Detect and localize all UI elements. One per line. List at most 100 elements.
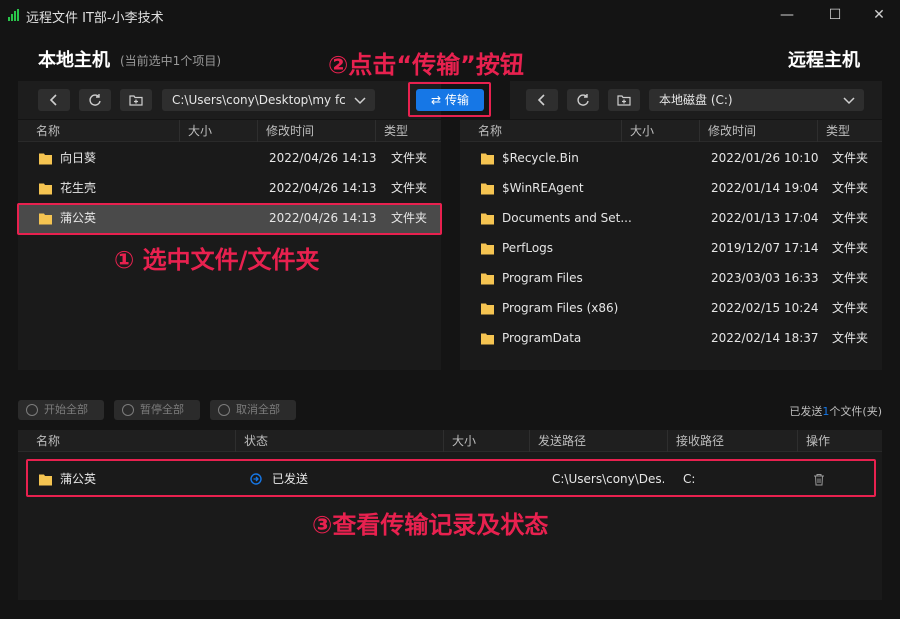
col-mtime[interactable]: 修改时间 xyxy=(700,120,818,142)
file-name: $WinREAgent xyxy=(502,181,584,195)
col-size[interactable]: 大小 xyxy=(180,120,258,142)
remote-row[interactable]: Program Files 2023/03/03 16:33 文件夹 xyxy=(460,263,882,293)
transfer-label: 传输 xyxy=(444,93,469,107)
maximize-button[interactable]: ☐ xyxy=(812,0,858,30)
file-type: 文件夹 xyxy=(832,241,869,255)
local-list-header: 名称 大小 修改时间 类型 xyxy=(18,120,441,142)
transfer-summary: 已发送1个文件(夹) xyxy=(789,403,882,419)
close-button[interactable]: ✕ xyxy=(856,0,900,30)
window-title: 远程文件 IT部-小李技术 xyxy=(26,11,164,26)
folder-icon xyxy=(481,243,494,255)
folder-icon xyxy=(39,183,52,195)
annotation-box-task xyxy=(26,459,876,497)
file-mtime: 2022/02/14 18:37 xyxy=(711,331,819,345)
col-send-path[interactable]: 发送路径 xyxy=(530,430,668,452)
folder-icon xyxy=(481,183,494,195)
annotation-step3: ③查看传输记录及状态 xyxy=(312,511,549,539)
annotation-step1: ① 选中文件/文件夹 xyxy=(114,246,320,274)
file-name: Documents and Set... xyxy=(502,211,632,225)
summary-suffix: 个文件(夹) xyxy=(829,405,882,418)
pause-all-label: 暂停全部 xyxy=(140,403,184,416)
local-host-title: 本地主机 xyxy=(38,50,110,71)
title-bar: 远程文件 IT部-小李技术 — ☐ ✕ xyxy=(0,0,900,30)
file-type: 文件夹 xyxy=(832,331,869,345)
file-mtime: 2022/04/26 14:13 xyxy=(269,151,377,165)
remote-row[interactable]: $Recycle.Bin 2022/01/26 10:10 文件夹 xyxy=(460,143,882,173)
remote-path-dropdown[interactable]: 本地磁盘 (C:) xyxy=(649,89,864,111)
local-path-dropdown[interactable]: C:\Users\cony\Desktop\my fc xyxy=(162,89,375,111)
folder-icon xyxy=(39,153,52,165)
start-all-label: 开始全部 xyxy=(44,403,88,416)
folder-icon xyxy=(481,273,494,285)
remote-list-header: 名称 大小 修改时间 类型 xyxy=(460,120,882,142)
new-folder-icon xyxy=(617,95,631,106)
file-mtime: 2022/01/14 19:04 xyxy=(711,181,819,195)
col-type[interactable]: 类型 xyxy=(376,120,441,142)
remote-row[interactable]: Documents and Set... 2022/01/13 17:04 文件… xyxy=(460,203,882,233)
file-type: 文件夹 xyxy=(832,271,869,285)
col-name[interactable]: 名称 xyxy=(28,120,180,142)
local-path-text: C:\Users\cony\Desktop\my fc xyxy=(172,93,346,107)
folder-icon xyxy=(481,303,494,315)
file-type: 文件夹 xyxy=(832,301,869,315)
chevron-down-icon xyxy=(354,97,366,105)
local-refresh-button[interactable] xyxy=(79,89,111,111)
chevron-left-icon xyxy=(49,94,57,106)
pause-icon xyxy=(122,404,134,416)
cancel-all-button[interactable]: 取消全部 xyxy=(210,400,296,420)
file-mtime: 2022/02/15 10:24 xyxy=(711,301,819,315)
file-mtime: 2022/04/26 14:13 xyxy=(269,181,377,195)
play-icon xyxy=(26,404,38,416)
new-folder-icon xyxy=(129,95,143,106)
col-recv-path[interactable]: 接收路径 xyxy=(668,430,798,452)
col-size[interactable]: 大小 xyxy=(622,120,700,142)
file-type: 文件夹 xyxy=(391,151,428,165)
refresh-icon xyxy=(89,94,101,106)
file-name: 花生壳 xyxy=(60,181,97,195)
file-name: Program Files (x86) xyxy=(502,301,619,315)
cancel-icon xyxy=(218,404,230,416)
col-task-name[interactable]: 名称 xyxy=(28,430,236,452)
col-mtime[interactable]: 修改时间 xyxy=(258,120,376,142)
minimize-button[interactable]: — xyxy=(764,0,810,30)
remote-row[interactable]: Program Files (x86) 2022/02/15 10:24 文件夹 xyxy=(460,293,882,323)
col-name[interactable]: 名称 xyxy=(470,120,622,142)
start-all-button[interactable]: 开始全部 xyxy=(18,400,104,420)
local-new-folder-button[interactable] xyxy=(120,89,152,111)
local-toolbar: C:\Users\cony\Desktop\my fc xyxy=(18,81,441,119)
col-actions[interactable]: 操作 xyxy=(798,430,882,452)
swap-arrows-icon: ⇄ xyxy=(431,93,442,107)
file-mtime: 2022/01/26 10:10 xyxy=(711,151,819,165)
remote-back-button[interactable] xyxy=(526,89,558,111)
annotation-box-selection xyxy=(17,203,442,235)
refresh-icon xyxy=(577,94,589,106)
remote-row[interactable]: PerfLogs 2019/12/07 17:14 文件夹 xyxy=(460,233,882,263)
pause-all-button[interactable]: 暂停全部 xyxy=(114,400,200,420)
file-type: 文件夹 xyxy=(832,181,869,195)
chevron-down-icon xyxy=(843,97,855,105)
col-task-size[interactable]: 大小 xyxy=(444,430,530,452)
local-back-button[interactable] xyxy=(38,89,70,111)
remote-refresh-button[interactable] xyxy=(567,89,599,111)
local-selection-count: (当前选中1个项目) xyxy=(120,54,221,68)
file-mtime: 2019/12/07 17:14 xyxy=(711,241,819,255)
file-type: 文件夹 xyxy=(832,151,869,165)
file-type: 文件夹 xyxy=(832,211,869,225)
col-type[interactable]: 类型 xyxy=(818,120,882,142)
file-name: $Recycle.Bin xyxy=(502,151,579,165)
chevron-left-icon xyxy=(537,94,545,106)
file-name: PerfLogs xyxy=(502,241,554,255)
col-task-status[interactable]: 状态 xyxy=(236,430,444,452)
local-row[interactable]: 花生壳 2022/04/26 14:13 文件夹 xyxy=(18,173,441,203)
local-row[interactable]: 向日葵 2022/04/26 14:13 文件夹 xyxy=(18,143,441,173)
transfer-button[interactable]: ⇄ 传输 xyxy=(416,89,484,111)
remote-file-list: 名称 大小 修改时间 类型 $Recycle.Bin 2022/01/26 10… xyxy=(460,120,882,370)
remote-row[interactable]: $WinREAgent 2022/01/14 19:04 文件夹 xyxy=(460,173,882,203)
remote-row[interactable]: ProgramData 2022/02/14 18:37 文件夹 xyxy=(460,323,882,353)
task-list-header: 名称 状态 大小 发送路径 接收路径 操作 xyxy=(18,430,882,452)
file-mtime: 2022/01/13 17:04 xyxy=(711,211,819,225)
cancel-all-label: 取消全部 xyxy=(236,403,280,416)
remote-path-text: 本地磁盘 (C:) xyxy=(659,93,733,107)
remote-new-folder-button[interactable] xyxy=(608,89,640,111)
folder-icon xyxy=(481,333,494,345)
